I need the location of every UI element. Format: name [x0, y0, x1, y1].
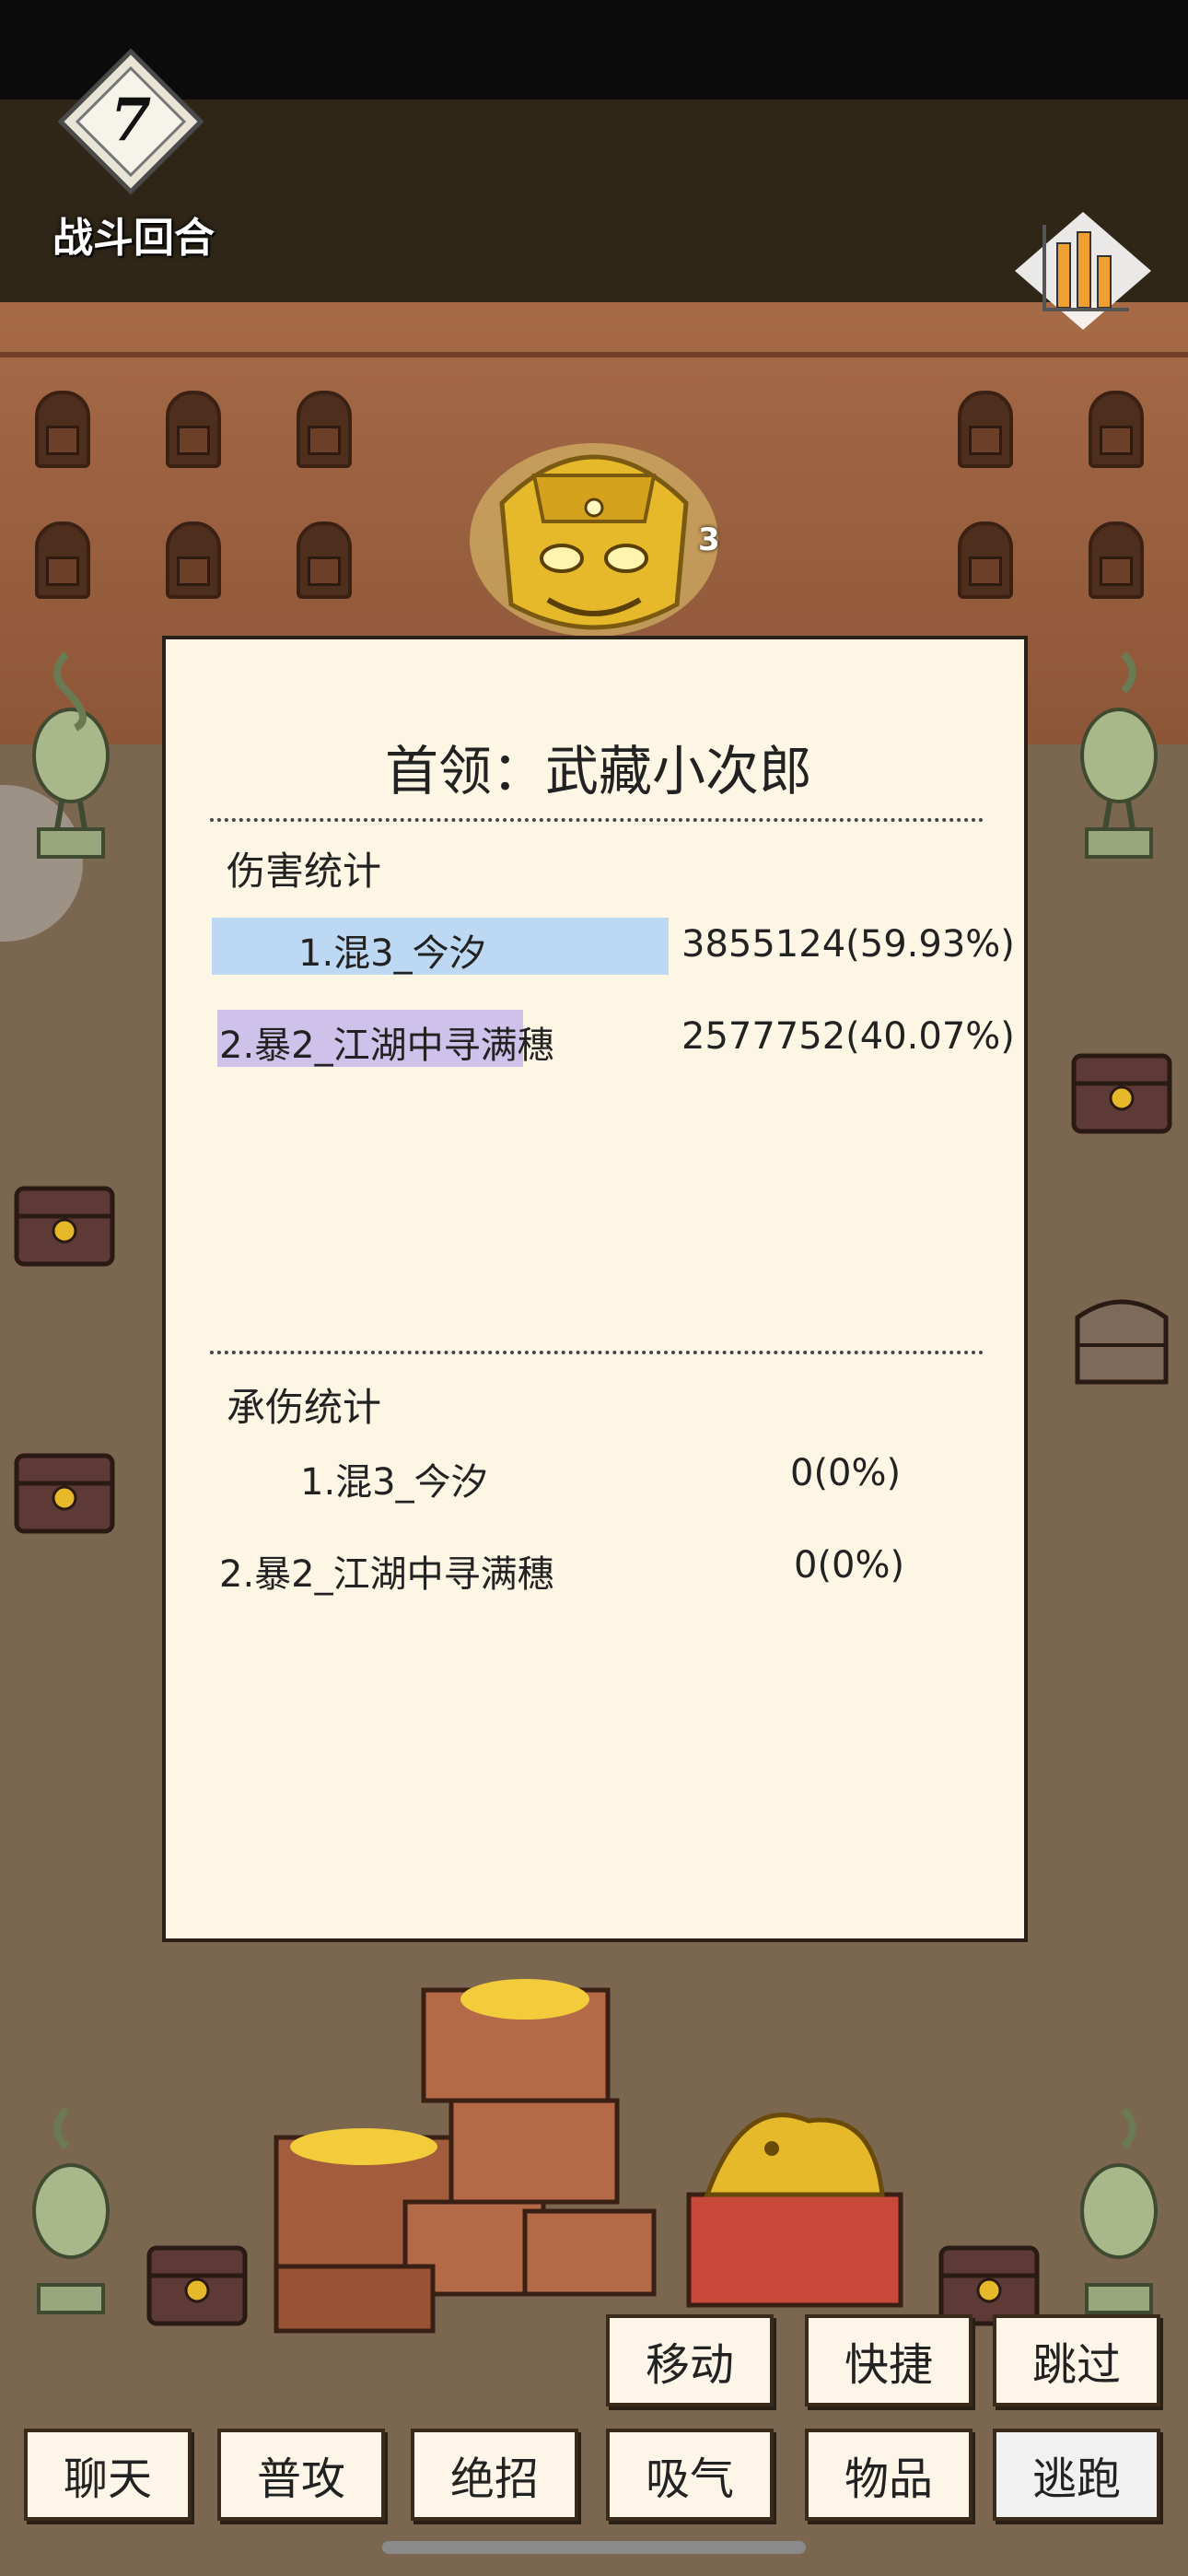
dragon-chest-icon [686, 2113, 903, 2308]
damage-taken-section-title: 承伤统计 [227, 1385, 382, 1430]
wall-niche [166, 521, 221, 599]
wall-niche [166, 391, 221, 468]
diamond-badge-icon: 7 [57, 48, 204, 195]
move-button[interactable]: 移动 [606, 2314, 774, 2406]
chat-button[interactable]: 聊天 [24, 2429, 192, 2521]
wall-niche [35, 391, 90, 468]
wall-niche [958, 391, 1013, 468]
treasure-chest-icon[interactable] [11, 1170, 118, 1271]
panel-title: 首领：武藏小次郎 [384, 740, 812, 802]
damage-row-name: 2.暴2_江湖中寻满穗 [219, 1025, 554, 1067]
breathe-button[interactable]: 吸气 [606, 2429, 774, 2521]
treasure-pile-icon [274, 1979, 657, 2334]
wall-niche [1089, 521, 1144, 599]
wall-niche [958, 521, 1013, 599]
damage-taken-row-name: 1.混3_今汐 [300, 1461, 488, 1504]
crane-lamp-icon [32, 651, 110, 859]
damage-section-title: 伤害统计 [227, 849, 382, 894]
divider [210, 1351, 984, 1354]
damage-taken-row-value: 0(0%) [790, 1452, 902, 1494]
ultimate-button[interactable]: 绝招 [411, 2429, 578, 2521]
crane-lamp-icon [1080, 651, 1158, 859]
wall-niche [297, 521, 352, 599]
flee-button[interactable]: 逃跑 [993, 2429, 1160, 2521]
wall-niche [35, 521, 90, 599]
crane-lamp-icon [1080, 2107, 1158, 2314]
damage-taken-row-value: 0(0%) [794, 1544, 905, 1587]
divider [210, 818, 984, 822]
round-number: 7 [111, 86, 152, 155]
treasure-chest-icon[interactable] [144, 2230, 250, 2331]
opened-chest-icon[interactable] [1068, 1290, 1175, 1391]
golden-mask-icon[interactable] [460, 420, 728, 641]
damage-taken-row-name: 2.暴2_江湖中寻满穗 [219, 1553, 554, 1596]
damage-row-name: 1.混3_今汐 [298, 932, 486, 975]
boss-level: 3 [698, 521, 720, 558]
wall-niche [1089, 391, 1144, 468]
damage-row-value: 3855124(59.93%) [681, 923, 1015, 966]
bar-chart-icon[interactable] [1009, 206, 1157, 335]
items-button[interactable]: 物品 [805, 2429, 973, 2521]
damage-row: 2.暴2_江湖中寻满穗 [212, 1010, 669, 1067]
round-label: 战斗回合 [52, 215, 215, 262]
battle-stats-panel: 首领：武藏小次郎 伤害统计 1.混3_今汐 3855124(59.93%) 2.… [162, 636, 1028, 1942]
treasure-chest-icon[interactable] [1068, 1037, 1175, 1139]
skip-button[interactable]: 跳过 [993, 2314, 1160, 2406]
wall-niche [297, 391, 352, 468]
damage-row-value: 2577752(40.07%) [681, 1015, 1015, 1058]
quick-button[interactable]: 快捷 [805, 2314, 973, 2406]
damage-row: 1.混3_今汐 [212, 918, 669, 975]
crane-lamp-icon [32, 2107, 110, 2314]
home-indicator[interactable] [382, 2541, 806, 2554]
treasure-chest-icon[interactable] [11, 1437, 118, 1539]
attack-button[interactable]: 普攻 [217, 2429, 385, 2521]
